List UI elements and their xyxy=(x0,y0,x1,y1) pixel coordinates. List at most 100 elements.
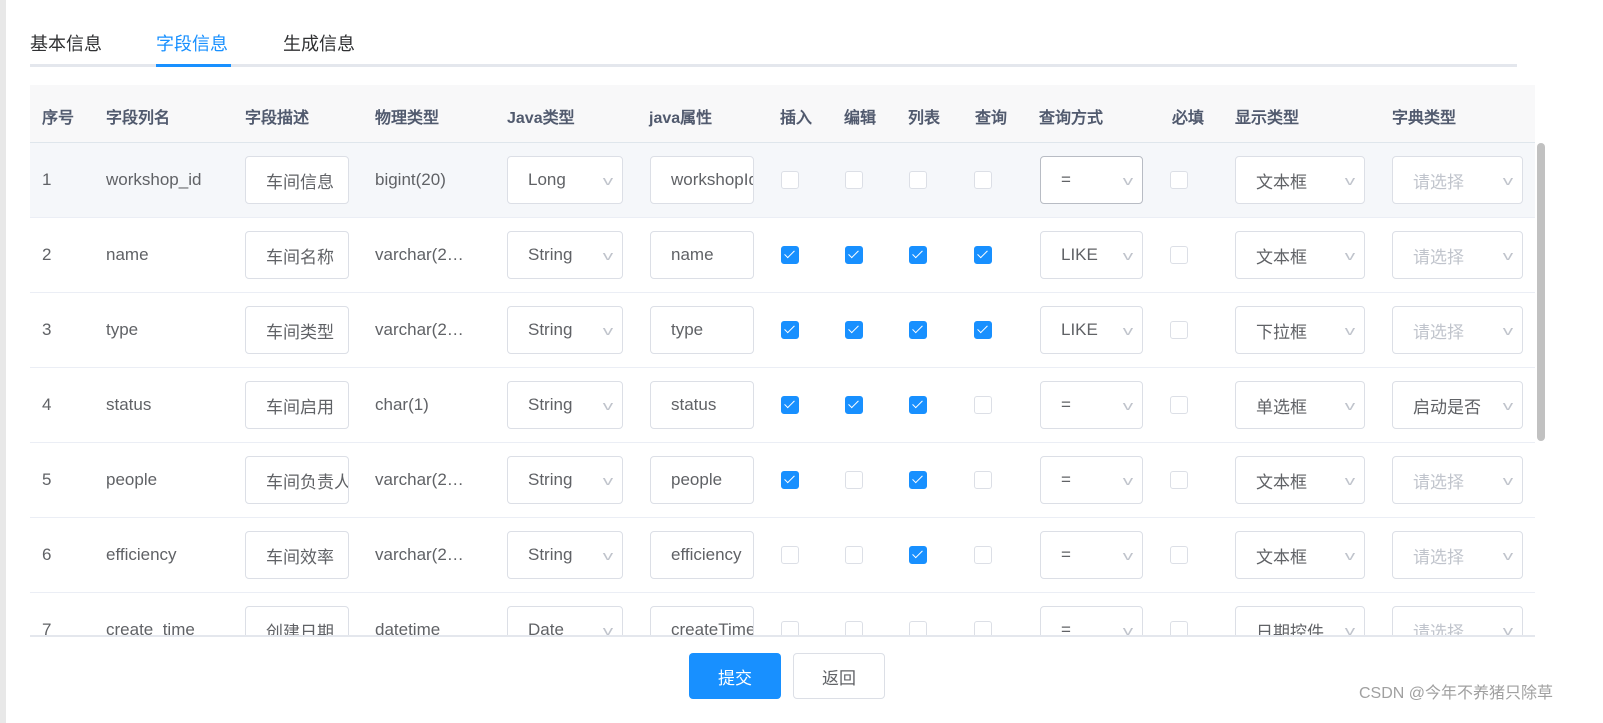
query-type-select[interactable]: = v xyxy=(1040,456,1143,504)
list-checkbox[interactable] xyxy=(909,171,927,189)
required-checkbox[interactable] xyxy=(1170,396,1188,414)
edit-checkbox[interactable] xyxy=(845,621,863,635)
insert-checkbox[interactable] xyxy=(781,546,799,564)
submit-button[interactable]: 提交 xyxy=(689,653,781,699)
table-row: 4 status 车间启用 char(1) String v status = v 单选框 v 启动是… xyxy=(30,368,1535,443)
dictionary-type-select[interactable]: 请选择 v xyxy=(1392,456,1523,504)
dictionary-type-select[interactable]: 请选择 v xyxy=(1392,606,1523,635)
tab-generate-info[interactable]: 生成信息 xyxy=(283,30,355,56)
back-button[interactable]: 返回 xyxy=(793,653,885,699)
java-attribute-input[interactable]: people xyxy=(650,456,754,504)
java-attribute-input[interactable]: status xyxy=(650,381,754,429)
query-checkbox[interactable] xyxy=(974,621,992,635)
dictionary-type-select[interactable]: 启动是否 v xyxy=(1392,381,1523,429)
java-attribute-input[interactable]: efficiency xyxy=(650,531,754,579)
chevron-down-icon: v xyxy=(602,247,614,263)
physical-type: char(1) xyxy=(375,395,429,414)
java-attribute-input[interactable]: workshopId xyxy=(650,156,754,204)
field-description-input[interactable]: 车间负责人 xyxy=(245,456,349,504)
java-type-value: Date xyxy=(528,620,564,637)
java-attribute-input[interactable]: name xyxy=(650,231,754,279)
column-header: 查询方式 xyxy=(1039,110,1104,127)
list-checkbox[interactable] xyxy=(909,471,927,489)
dictionary-type-value: 请选择 xyxy=(1413,322,1464,342)
field-description-input[interactable]: 车间启用 xyxy=(245,381,349,429)
query-checkbox[interactable] xyxy=(974,471,992,489)
java-type-select[interactable]: String v xyxy=(507,231,623,279)
insert-checkbox[interactable] xyxy=(781,246,799,264)
edit-checkbox[interactable] xyxy=(845,396,863,414)
edit-checkbox[interactable] xyxy=(845,471,863,489)
display-type-select[interactable]: 文本框 v xyxy=(1235,531,1365,579)
list-checkbox[interactable] xyxy=(909,546,927,564)
insert-checkbox[interactable] xyxy=(781,396,799,414)
insert-checkbox[interactable] xyxy=(781,171,799,189)
required-checkbox[interactable] xyxy=(1170,546,1188,564)
field-description-input[interactable]: 车间类型 xyxy=(245,306,349,354)
java-attribute-input[interactable]: type xyxy=(650,306,754,354)
query-checkbox[interactable] xyxy=(974,321,992,339)
insert-checkbox[interactable] xyxy=(781,471,799,489)
list-checkbox[interactable] xyxy=(909,321,927,339)
display-type-select[interactable]: 文本框 v xyxy=(1235,156,1365,204)
list-checkbox[interactable] xyxy=(909,621,927,635)
tab-field-info[interactable]: 字段信息 xyxy=(156,30,228,56)
java-type-select[interactable]: String v xyxy=(507,531,623,579)
insert-checkbox[interactable] xyxy=(781,621,799,635)
dictionary-type-select[interactable]: 请选择 v xyxy=(1392,156,1523,204)
display-type-select[interactable]: 文本框 v xyxy=(1235,456,1365,504)
row-number: 7 xyxy=(42,620,52,637)
java-type-select[interactable]: Date v xyxy=(507,606,623,637)
display-type-select[interactable]: 单选框 v xyxy=(1235,381,1365,429)
query-type-select[interactable]: = v xyxy=(1040,381,1143,429)
edit-checkbox[interactable] xyxy=(845,546,863,564)
row-number: 4 xyxy=(42,395,52,414)
dictionary-type-select[interactable]: 请选择 v xyxy=(1392,531,1523,579)
field-description-value: 车间负责人 xyxy=(266,472,349,492)
required-checkbox[interactable] xyxy=(1170,246,1188,264)
field-description-input[interactable]: 创建日期 xyxy=(245,606,349,635)
query-checkbox[interactable] xyxy=(974,171,992,189)
java-type-select[interactable]: String v xyxy=(507,456,623,504)
java-type-value: String xyxy=(528,395,573,414)
column-header: 编辑 xyxy=(844,110,877,127)
query-checkbox[interactable] xyxy=(974,246,992,264)
field-description-input[interactable]: 车间效率 xyxy=(245,531,349,579)
chevron-down-icon: v xyxy=(602,547,614,563)
query-type-select[interactable]: = v xyxy=(1040,606,1143,635)
java-type-select[interactable]: String v xyxy=(507,306,623,354)
field-description-input[interactable]: 车间信息 xyxy=(245,156,349,204)
java-attribute-input[interactable]: createTime xyxy=(650,606,754,635)
dictionary-type-select[interactable]: 请选择 v xyxy=(1392,306,1523,354)
tab-basic-info[interactable]: 基本信息 xyxy=(30,30,102,56)
required-checkbox[interactable] xyxy=(1170,621,1188,635)
dictionary-type-select[interactable]: 请选择 v xyxy=(1392,231,1523,279)
required-checkbox[interactable] xyxy=(1170,471,1188,489)
edit-checkbox[interactable] xyxy=(845,321,863,339)
display-type-select[interactable]: 下拉框 v xyxy=(1235,306,1365,354)
query-type-select[interactable]: = v xyxy=(1040,156,1143,204)
query-type-select[interactable]: LIKE v xyxy=(1040,306,1143,354)
chevron-down-icon: v xyxy=(1122,172,1134,188)
required-checkbox[interactable] xyxy=(1170,321,1188,339)
list-checkbox[interactable] xyxy=(909,246,927,264)
table-row: 3 type 车间类型 varchar(2… String v type LIKE v 下拉框 v 请… xyxy=(30,293,1535,368)
field-description-value: 车间效率 xyxy=(266,547,334,567)
table-scrollbar[interactable] xyxy=(1537,143,1545,441)
required-checkbox[interactable] xyxy=(1170,171,1188,189)
java-type-select[interactable]: Long v xyxy=(507,156,623,204)
list-checkbox[interactable] xyxy=(909,396,927,414)
display-type-select[interactable]: 文本框 v xyxy=(1235,231,1365,279)
table-row: 5 people 车间负责人 varchar(2… String v people = v 文本框… xyxy=(30,443,1535,518)
table-row: 6 efficiency 车间效率 varchar(2… String v efficien… xyxy=(30,518,1535,593)
display-type-select[interactable]: 日期控件 v xyxy=(1235,606,1365,635)
field-description-input[interactable]: 车间名称 xyxy=(245,231,349,279)
query-type-select[interactable]: = v xyxy=(1040,531,1143,579)
query-checkbox[interactable] xyxy=(974,396,992,414)
edit-checkbox[interactable] xyxy=(845,171,863,189)
query-checkbox[interactable] xyxy=(974,546,992,564)
java-type-select[interactable]: String v xyxy=(507,381,623,429)
edit-checkbox[interactable] xyxy=(845,246,863,264)
insert-checkbox[interactable] xyxy=(781,321,799,339)
query-type-select[interactable]: LIKE v xyxy=(1040,231,1143,279)
